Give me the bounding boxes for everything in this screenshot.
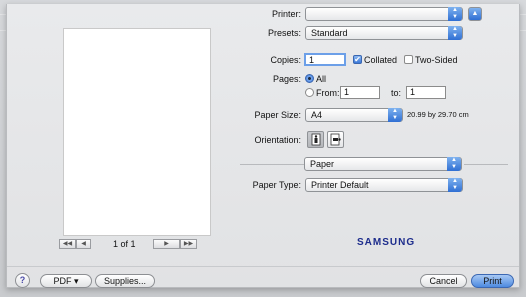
- section-value: Paper: [310, 159, 335, 169]
- page-preview: [63, 28, 211, 236]
- paper-size-popup[interactable]: A4 ▲ ▼: [305, 108, 403, 122]
- updown-arrows-icon: ▲ ▼: [448, 178, 462, 192]
- next-page-button[interactable]: ▶: [153, 239, 180, 249]
- updown-arrows-icon: ▲ ▼: [448, 7, 462, 21]
- collated-checkbox[interactable]: ✔: [353, 55, 362, 64]
- updown-arrows-icon: ▲ ▼: [388, 108, 402, 122]
- two-sided-label: Two-Sided: [415, 55, 458, 65]
- paper-type-label: Paper Type:: [252, 180, 301, 190]
- pages-all-label: All: [316, 74, 327, 84]
- collated-label: Collated: [364, 55, 398, 65]
- copies-label: Copies:: [270, 55, 301, 65]
- previous-page-button[interactable]: ◀: [76, 239, 91, 249]
- printer-popup[interactable]: ▲ ▼: [305, 7, 463, 21]
- supplies-button[interactable]: Supplies...: [95, 274, 155, 288]
- portrait-orientation-button[interactable]: [307, 131, 324, 148]
- printer-label: Printer:: [271, 9, 301, 19]
- pages-from-radio[interactable]: [305, 88, 314, 97]
- pages-from-label: From:: [316, 88, 340, 98]
- presets-label: Presets:: [267, 28, 301, 38]
- pages-to-label: to:: [391, 88, 402, 98]
- copies-field[interactable]: 1: [304, 53, 346, 66]
- portrait-icon: [311, 133, 321, 146]
- paper-dimensions: 20.99 by 29.70 cm: [407, 110, 469, 119]
- samsung-logo: SAMSUNG: [357, 237, 416, 248]
- landscape-icon: [330, 133, 341, 146]
- orientation-label: Orientation:: [254, 135, 301, 145]
- pdf-menu-button[interactable]: PDF ▾: [40, 274, 92, 288]
- section-divider-right: [464, 164, 508, 165]
- print-dialog: ◀◀ ◀ 1 of 1 ▶ ▶▶ Printer: ▲ ▼ ▲ Presets: …: [6, 4, 520, 288]
- print-button[interactable]: Print: [471, 274, 514, 288]
- footer-divider: [7, 266, 519, 267]
- paper-type-value: Printer Default: [311, 180, 369, 190]
- pages-to-field[interactable]: 1: [406, 86, 446, 99]
- last-page-button[interactable]: ▶▶: [180, 239, 197, 249]
- section-popup[interactable]: Paper ▲ ▼: [304, 157, 462, 171]
- page-indicator: 1 of 1: [113, 239, 136, 249]
- presets-value: Standard: [311, 28, 348, 38]
- paper-type-popup[interactable]: Printer Default ▲ ▼: [305, 178, 463, 192]
- cancel-button[interactable]: Cancel: [420, 274, 467, 288]
- help-button[interactable]: ?: [15, 273, 30, 288]
- triangle-up-icon[interactable]: ▲: [468, 7, 482, 21]
- pages-label: Pages:: [272, 74, 301, 84]
- two-sided-checkbox[interactable]: [404, 55, 413, 64]
- paper-size-value: A4: [311, 110, 323, 120]
- section-divider-left: [240, 164, 304, 165]
- first-page-button[interactable]: ◀◀: [59, 239, 76, 249]
- presets-popup[interactable]: Standard ▲ ▼: [305, 26, 463, 40]
- paper-size-label: Paper Size:: [254, 110, 301, 120]
- landscape-orientation-button[interactable]: [327, 131, 344, 148]
- updown-arrows-icon: ▲ ▼: [448, 26, 462, 40]
- pages-all-radio[interactable]: [305, 74, 314, 83]
- pages-from-field[interactable]: 1: [340, 86, 380, 99]
- updown-arrows-icon: ▲ ▼: [447, 157, 461, 171]
